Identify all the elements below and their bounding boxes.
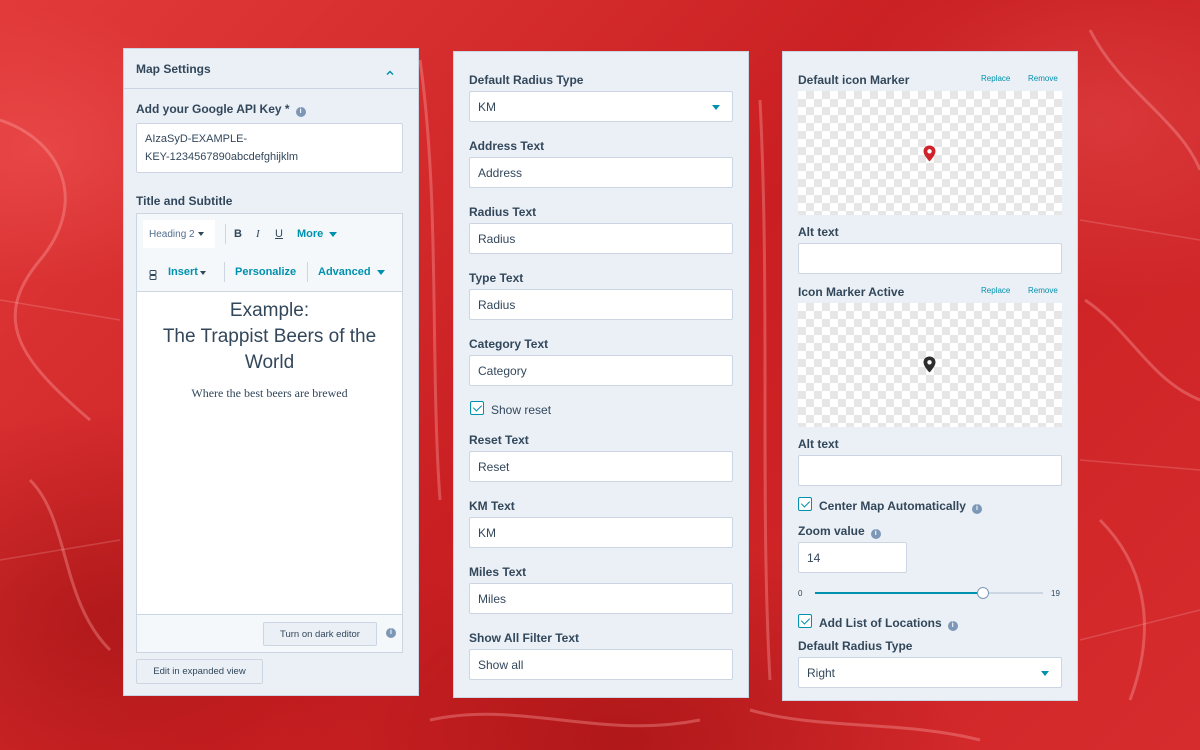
editor-toolbar: Heading 2 B I U More Insert Personalize …: [137, 214, 402, 292]
map-settings-header[interactable]: Map Settings: [124, 49, 418, 89]
icon-marker-active-label: Icon Marker Active: [798, 285, 905, 299]
map-pin-icon: [923, 356, 936, 373]
italic-button[interactable]: I: [256, 228, 260, 240]
map-settings-panel: Map Settings Add your Google API Key * i …: [123, 48, 419, 696]
toolbar-divider: [224, 262, 225, 282]
default-radius-type-select[interactable]: Right: [798, 657, 1062, 688]
type-text-label: Type Text: [469, 271, 524, 285]
address-text-label: Address Text: [469, 139, 545, 153]
address-text-input[interactable]: Address: [469, 157, 733, 188]
slider-fill: [815, 592, 983, 594]
expanded-view-button[interactable]: Edit in expanded view: [136, 659, 263, 684]
radius-text-label: Radius Text: [469, 205, 537, 219]
insert-icon: [149, 267, 157, 280]
zoom-slider[interactable]: [815, 587, 1043, 599]
caret-down-icon: [197, 232, 204, 236]
dark-editor-button[interactable]: Turn on dark editor: [263, 622, 377, 646]
info-icon[interactable]: i: [870, 529, 881, 539]
add-list-checkbox[interactable]: [798, 614, 812, 628]
km-text-input[interactable]: KM: [469, 517, 733, 548]
category-text-label: Category Text: [469, 337, 549, 351]
miles-text-label: Miles Text: [469, 565, 527, 579]
category-text-input[interactable]: Category: [469, 355, 733, 386]
show-reset-checkbox[interactable]: [470, 401, 484, 415]
active-icon-preview[interactable]: [798, 303, 1062, 427]
advanced-menu[interactable]: Advanced: [318, 266, 385, 278]
api-key-input[interactable]: AIzaSyD-EXAMPLE- KEY-1234567890abcdefghi…: [136, 123, 403, 173]
personalize-menu[interactable]: Personalize: [235, 266, 296, 278]
active-alt-text-label: Alt text: [798, 437, 839, 451]
reset-text-input[interactable]: Reset: [469, 451, 733, 482]
info-icon[interactable]: i: [947, 621, 958, 631]
km-text-label: KM Text: [469, 499, 515, 513]
center-map-checkbox[interactable]: [798, 497, 812, 511]
default-alt-text-label: Alt text: [798, 225, 839, 239]
info-icon[interactable]: i: [971, 504, 982, 514]
toolbar-divider: [307, 262, 308, 282]
default-icon-preview[interactable]: [798, 91, 1062, 215]
editor-footer: Turn on dark editor: [137, 614, 402, 652]
miles-text-input[interactable]: Miles: [469, 583, 733, 614]
marker-settings-panel: Default icon Marker Replace Remove Alt t…: [782, 51, 1078, 701]
default-radius-type-select[interactable]: KM: [469, 91, 733, 122]
default-icon-marker-label: Default icon Marker: [798, 73, 910, 87]
caret-down-icon: [1041, 671, 1049, 676]
zoom-value-label: Zoom value i: [798, 524, 881, 539]
slider-thumb[interactable]: [977, 587, 989, 599]
add-list-label: Add List of Locations i: [819, 616, 958, 631]
replace-default-icon-link[interactable]: Replace: [981, 74, 1010, 83]
show-all-filter-text-input[interactable]: Show all: [469, 649, 733, 680]
insert-menu[interactable]: Insert: [168, 266, 206, 278]
more-menu[interactable]: More: [297, 228, 338, 240]
editor-subtitle: Where the best beers are brewed: [191, 386, 348, 400]
reset-text-label: Reset Text: [469, 433, 529, 447]
caret-down-icon: [712, 105, 720, 110]
default-radius-type-label: Default Radius Type: [469, 73, 584, 87]
heading-select[interactable]: Heading 2: [143, 220, 215, 248]
default-alt-text-input[interactable]: [798, 243, 1062, 274]
show-reset-label: Show reset: [491, 403, 552, 417]
default-radius-type-label: Default Radius Type: [798, 639, 913, 653]
filter-text-panel: Default Radius Type KM Address Text Addr…: [453, 51, 749, 698]
api-key-label: Add your Google API Key * i: [136, 102, 306, 117]
radius-text-input[interactable]: Radius: [469, 223, 733, 254]
chevron-up-icon[interactable]: [386, 64, 394, 76]
remove-default-icon-link[interactable]: Remove: [1028, 74, 1058, 83]
slider-max-label: 19: [1051, 589, 1060, 598]
underline-button[interactable]: U: [275, 228, 283, 240]
rich-text-editor: Heading 2 B I U More Insert Personalize …: [136, 213, 403, 653]
caret-down-icon: [329, 232, 338, 237]
replace-active-icon-link[interactable]: Replace: [981, 286, 1010, 295]
editor-content[interactable]: Example: The Trappist Beers of the World…: [137, 294, 402, 614]
toolbar-divider: [225, 224, 226, 244]
slider-min-label: 0: [798, 589, 803, 598]
zoom-value-input[interactable]: 14: [798, 542, 907, 573]
caret-down-icon: [376, 270, 385, 275]
active-alt-text-input[interactable]: [798, 455, 1062, 486]
caret-down-icon: [199, 271, 206, 275]
title-subtitle-label: Title and Subtitle: [136, 194, 233, 208]
map-pin-icon: [923, 145, 936, 162]
type-text-input[interactable]: Radius: [469, 289, 733, 320]
remove-active-icon-link[interactable]: Remove: [1028, 286, 1058, 295]
show-all-filter-text-label: Show All Filter Text: [469, 631, 580, 645]
info-icon[interactable]: i: [386, 628, 396, 638]
editor-heading: Example: The Trappist Beers of the World: [162, 300, 377, 373]
info-icon[interactable]: i: [295, 107, 306, 117]
center-map-label: Center Map Automatically i: [819, 499, 982, 514]
bold-button[interactable]: B: [234, 228, 242, 240]
section-title: Map Settings: [136, 62, 211, 76]
